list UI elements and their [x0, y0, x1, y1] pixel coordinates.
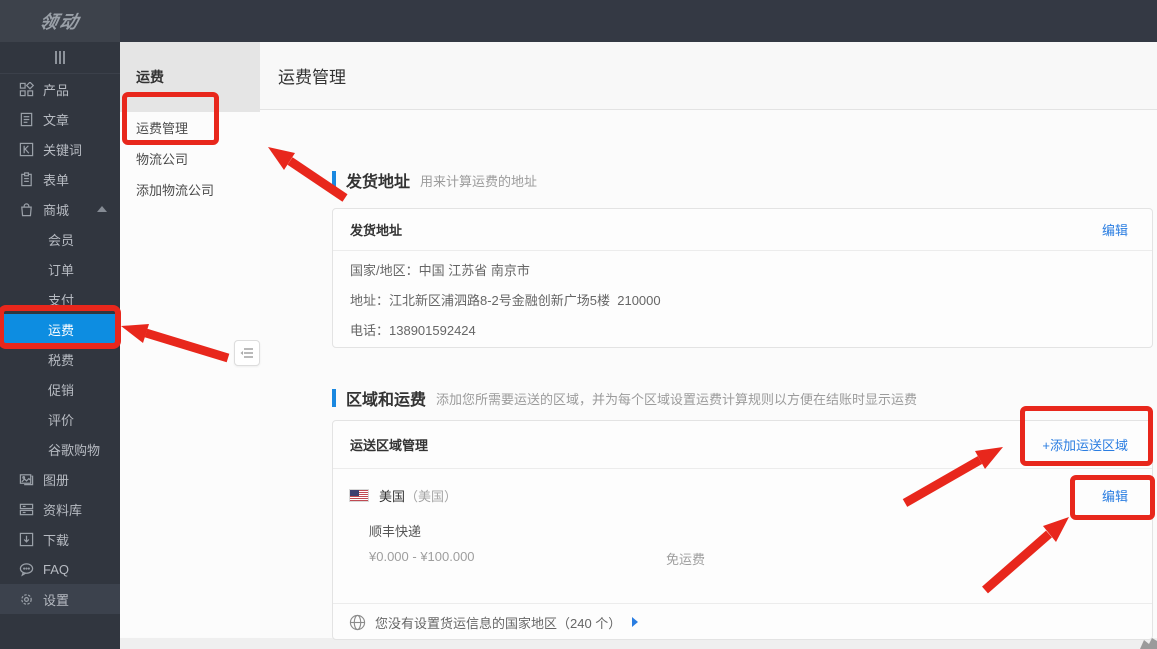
sidebar-item-library[interactable]: 资料库: [0, 494, 120, 524]
add-shipping-region-link[interactable]: +添加运送区域: [1042, 435, 1128, 454]
sidebar-item-settings[interactable]: 设置: [0, 584, 120, 614]
faq-bubble-icon: [19, 562, 34, 577]
sidebar-item-forms[interactable]: 表单: [0, 164, 120, 194]
main-sidebar: 产品 文章 关键词 表单 商城 会员 订单 支付 运费 税费 促销 评价 谷歌购…: [0, 42, 120, 649]
chevron-right-icon: [632, 617, 638, 627]
ship-address-card-header: 发货地址 编辑: [333, 209, 1152, 251]
price-range-row: ¥0.000 - ¥100.000 免运费: [333, 549, 1152, 564]
sidebar-item-gallery[interactable]: 图册: [0, 464, 120, 494]
products-grid-icon: [19, 82, 34, 97]
sidebar-item-members[interactable]: 会员: [0, 224, 120, 254]
region-row-usa: 美国 （美国） 编辑: [333, 486, 1152, 505]
carrier-name: 顺丰快递: [333, 521, 1152, 540]
unset-countries-text: 您没有设置货运信息的国家地区（240 个）: [375, 613, 621, 632]
edit-address-link[interactable]: 编辑: [1102, 220, 1128, 239]
edit-region-link[interactable]: 编辑: [1102, 486, 1128, 505]
subnav-collapse-button[interactable]: [234, 340, 260, 366]
address-line: 地址：江北新区浦泗路8-2号金融创新广场5楼 210000: [350, 286, 1135, 316]
shipping-regions-card: 运送区域管理 +添加运送区域 美国 （美国） 编辑 顺丰快递 ¥0.000 - …: [332, 420, 1153, 640]
form-icon: [19, 172, 34, 187]
us-flag-icon: [349, 489, 369, 502]
page-header: 运费管理: [260, 42, 1157, 110]
subnav-item-add-logistics-company[interactable]: 添加物流公司: [120, 174, 260, 205]
sidebar-item-promotions[interactable]: 促销: [0, 374, 120, 404]
library-icon: [19, 502, 34, 517]
sidebar-item-google-shopping[interactable]: 谷歌购物: [0, 434, 120, 464]
sidebar-item-faq[interactable]: FAQ: [0, 554, 120, 584]
chevron-up-icon: [97, 206, 107, 212]
ship-address-card: 发货地址 编辑 国家/地区：中国 江苏省 南京市 地址：江北新区浦泗路8-2号金…: [332, 208, 1153, 348]
card-title: 运送区域管理: [350, 435, 428, 454]
sidebar-collapse-handle[interactable]: [0, 42, 120, 74]
gallery-icon: [19, 472, 34, 487]
subnav-item-logistics-companies[interactable]: 物流公司: [120, 143, 260, 174]
sidebar-item-shipping[interactable]: 运费: [0, 314, 120, 344]
sidebar-item-articles[interactable]: 文章: [0, 104, 120, 134]
mall-bag-icon: [19, 202, 34, 217]
page-title: 运费管理: [278, 63, 346, 88]
unset-countries-row[interactable]: 您没有设置货运信息的国家地区（240 个）: [349, 604, 638, 640]
keyword-icon: [19, 142, 34, 157]
sidebar-item-products[interactable]: 产品: [0, 74, 120, 104]
price-range: ¥0.000 - ¥100.000: [369, 549, 475, 564]
gear-icon: [19, 592, 34, 607]
globe-icon: [349, 614, 366, 631]
card-title: 发货地址: [350, 220, 402, 239]
ship-address-body: 国家/地区：中国 江苏省 南京市 地址：江北新区浦泗路8-2号金融创新广场5楼 …: [333, 251, 1152, 351]
section-desc: 添加您所需要运送的区域，并为每个区域设置运费计算规则以方便在结账时显示运费: [436, 389, 917, 408]
section-desc: 用来计算运费的地址: [420, 171, 537, 190]
section-accent-bar: [332, 171, 336, 189]
country-line: 国家/地区：中国 江苏省 南京市: [350, 256, 1135, 286]
section-title: 发货地址: [346, 168, 410, 192]
sidebar-item-download[interactable]: 下载: [0, 524, 120, 554]
collapse-list-icon: [240, 347, 254, 359]
regions-card-header: 运送区域管理 +添加运送区域: [333, 421, 1152, 469]
download-icon: [19, 532, 34, 547]
subnav-title: 运费: [120, 42, 260, 112]
top-bar: [0, 0, 1157, 42]
article-icon: [19, 112, 34, 127]
sidebar-item-tax[interactable]: 税费: [0, 344, 120, 374]
sidebar-item-orders[interactable]: 订单: [0, 254, 120, 284]
phone-line: 电话：138901592424: [350, 316, 1135, 346]
ship-address-section-header: 发货地址 用来计算运费的地址: [332, 168, 537, 192]
subnav-item-shipping-management[interactable]: 运费管理: [120, 112, 260, 143]
section-accent-bar: [332, 389, 336, 407]
regions-section-header: 区域和运费 添加您所需要运送的区域，并为每个区域设置运费计算规则以方便在结账时显…: [332, 386, 917, 410]
app-logo: 领动: [0, 0, 120, 42]
sidebar-item-payment[interactable]: 支付: [0, 284, 120, 314]
sidebar-item-keywords[interactable]: 关键词: [0, 134, 120, 164]
section-title: 区域和运费: [346, 386, 426, 410]
free-shipping-label: 免运费: [666, 549, 705, 568]
sidebar-item-mall[interactable]: 商城: [0, 194, 120, 224]
sidebar-item-reviews[interactable]: 评价: [0, 404, 120, 434]
